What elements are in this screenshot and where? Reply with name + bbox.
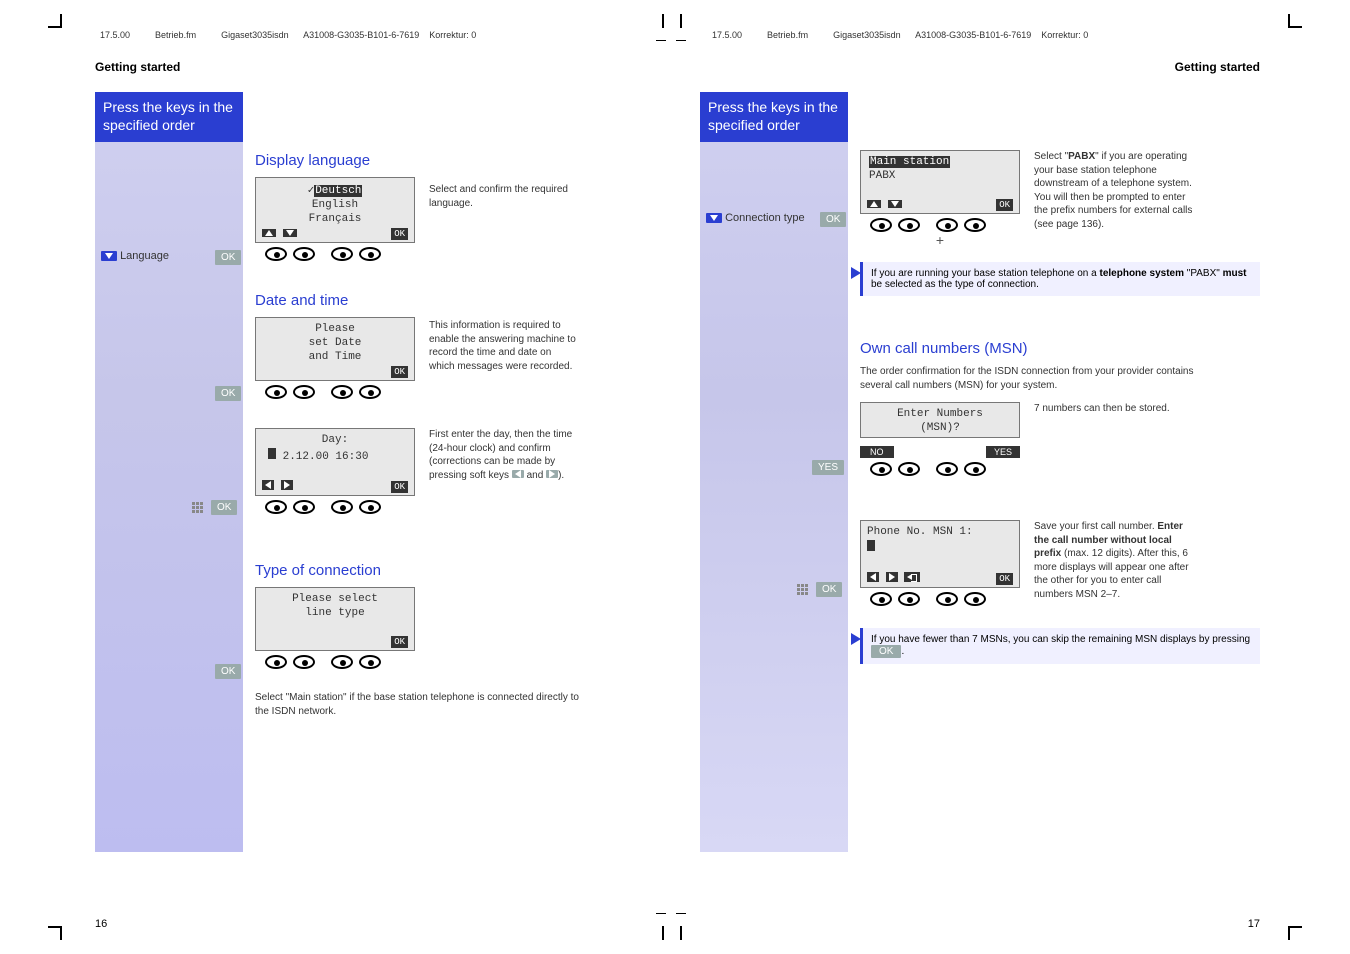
soft-right-icon[interactable] [886, 572, 898, 582]
soft-ok[interactable]: OK [391, 228, 408, 240]
desc-pabx: Select "PABX" if you are operating your … [1034, 150, 1194, 231]
down-arrow-badge[interactable] [101, 251, 117, 261]
down-arrow-badge[interactable] [706, 213, 722, 223]
lcd-day: Day: 2.12.00 16:30 OK [255, 428, 415, 514]
soft-ok[interactable]: OK [996, 199, 1013, 211]
section-connection-type: Type of connection [255, 562, 655, 579]
soft-yes[interactable]: YES [986, 446, 1020, 458]
lcd-date: Please set Date and Time OK [255, 317, 415, 399]
soft-right-icon[interactable] [281, 480, 293, 490]
footnote-main-station: Select "Main station" if the base statio… [255, 691, 595, 718]
meta-date-r: 17.5.00 [712, 30, 742, 40]
meta-file-r: Betrieb.fm [767, 30, 808, 40]
soft-ok[interactable]: OK [391, 366, 408, 378]
soft-up-icon[interactable] [262, 229, 276, 237]
section-msn: Own call numbers (MSN) [860, 340, 1260, 357]
hardware-buttons[interactable] [265, 247, 415, 261]
soft-no[interactable]: NO [860, 446, 894, 458]
meta-korr: Korrektur: 0 [429, 30, 476, 40]
meta-model-r: Gigaset3035isdn [833, 30, 901, 40]
desc-day: First enter the day, then the time (24-h… [429, 428, 584, 482]
ok-badge[interactable]: OK [215, 386, 241, 401]
note-fewer-msn: If you have fewer than 7 MSNs, you can s… [860, 628, 1260, 664]
section-display-language: Display language [255, 152, 655, 169]
step-connection-label: Connection type [725, 212, 805, 224]
soft-ok[interactable]: OK [996, 573, 1013, 585]
meta-model: Gigaset3035isdn [221, 30, 289, 40]
soft-left-icon [512, 470, 524, 478]
lcd-connection: Please select line type OK [255, 587, 655, 669]
soft-left-icon[interactable] [867, 572, 879, 582]
ok-badge[interactable]: OK [816, 582, 842, 597]
instruction-banner: Press the keys in thespecified order [95, 92, 243, 142]
cursor-icon [867, 540, 875, 551]
hardware-buttons[interactable] [870, 462, 1020, 476]
meta-code-r: A31008-G3035-B101-6-7619 [915, 30, 1031, 40]
soft-ok[interactable]: OK [391, 481, 408, 493]
ok-badge[interactable]: OK [215, 664, 241, 679]
yes-badge[interactable]: YES [812, 460, 844, 475]
ok-inline-badge: OK [871, 645, 901, 658]
keypad-icon[interactable] [796, 583, 810, 597]
soft-right-icon [546, 470, 558, 478]
desc-enter-msn: 7 numbers can then be stored. [1034, 402, 1184, 416]
keypad-icon[interactable] [191, 501, 205, 515]
lcd-phone-msn1: Phone No. MSN 1: OK [860, 520, 1020, 606]
note-arrow-icon [851, 267, 861, 279]
instruction-banner: Press the keys in thespecified order [700, 92, 848, 142]
meta-code: A31008-G3035-B101-6-7619 [303, 30, 419, 40]
lcd-enter-msn: Enter Numbers (MSN)? NO YES [860, 402, 1020, 476]
desc-date: This information is required to enable t… [429, 319, 579, 373]
soft-back-icon[interactable] [904, 572, 920, 582]
meta-date: 17.5.00 [100, 30, 130, 40]
step-language-label: Language [120, 250, 169, 262]
desc-language: Select and confirm the required language… [429, 183, 579, 210]
cursor-icon [268, 448, 276, 459]
ok-badge[interactable]: OK [215, 250, 241, 265]
plus-icon: + [860, 232, 1020, 248]
meta-korr-r: Korrektur: 0 [1041, 30, 1088, 40]
soft-down-icon[interactable] [888, 200, 902, 208]
ok-badge[interactable]: OK [820, 212, 846, 227]
page-number: 17 [1248, 918, 1260, 930]
page-title: Getting started [700, 60, 1260, 74]
lcd-main-station: Main station PABX OK + [860, 150, 1020, 248]
desc-phone-msn1: Save your first call number. Enter the c… [1034, 520, 1194, 601]
note-pabx: If you are running your base station tel… [860, 262, 1260, 296]
desc-msn-intro: The order confirmation for the ISDN conn… [860, 365, 1220, 392]
meta-file: Betrieb.fm [155, 30, 196, 40]
hardware-buttons[interactable] [265, 655, 655, 669]
soft-up-icon[interactable] [867, 200, 881, 208]
section-date-time: Date and time [255, 292, 655, 309]
lcd-language: ✓Deutsch English Français OK [255, 177, 415, 261]
ok-badge[interactable]: OK [211, 500, 237, 515]
page-title: Getting started [95, 60, 655, 74]
page-number: 16 [95, 918, 107, 930]
hardware-buttons[interactable] [265, 500, 415, 514]
note-arrow-icon [851, 633, 861, 645]
hardware-buttons[interactable] [870, 218, 1020, 232]
soft-down-icon[interactable] [283, 229, 297, 237]
soft-left-icon[interactable] [262, 480, 274, 490]
hardware-buttons[interactable] [870, 592, 1020, 606]
soft-ok[interactable]: OK [391, 636, 408, 648]
hardware-buttons[interactable] [265, 385, 415, 399]
